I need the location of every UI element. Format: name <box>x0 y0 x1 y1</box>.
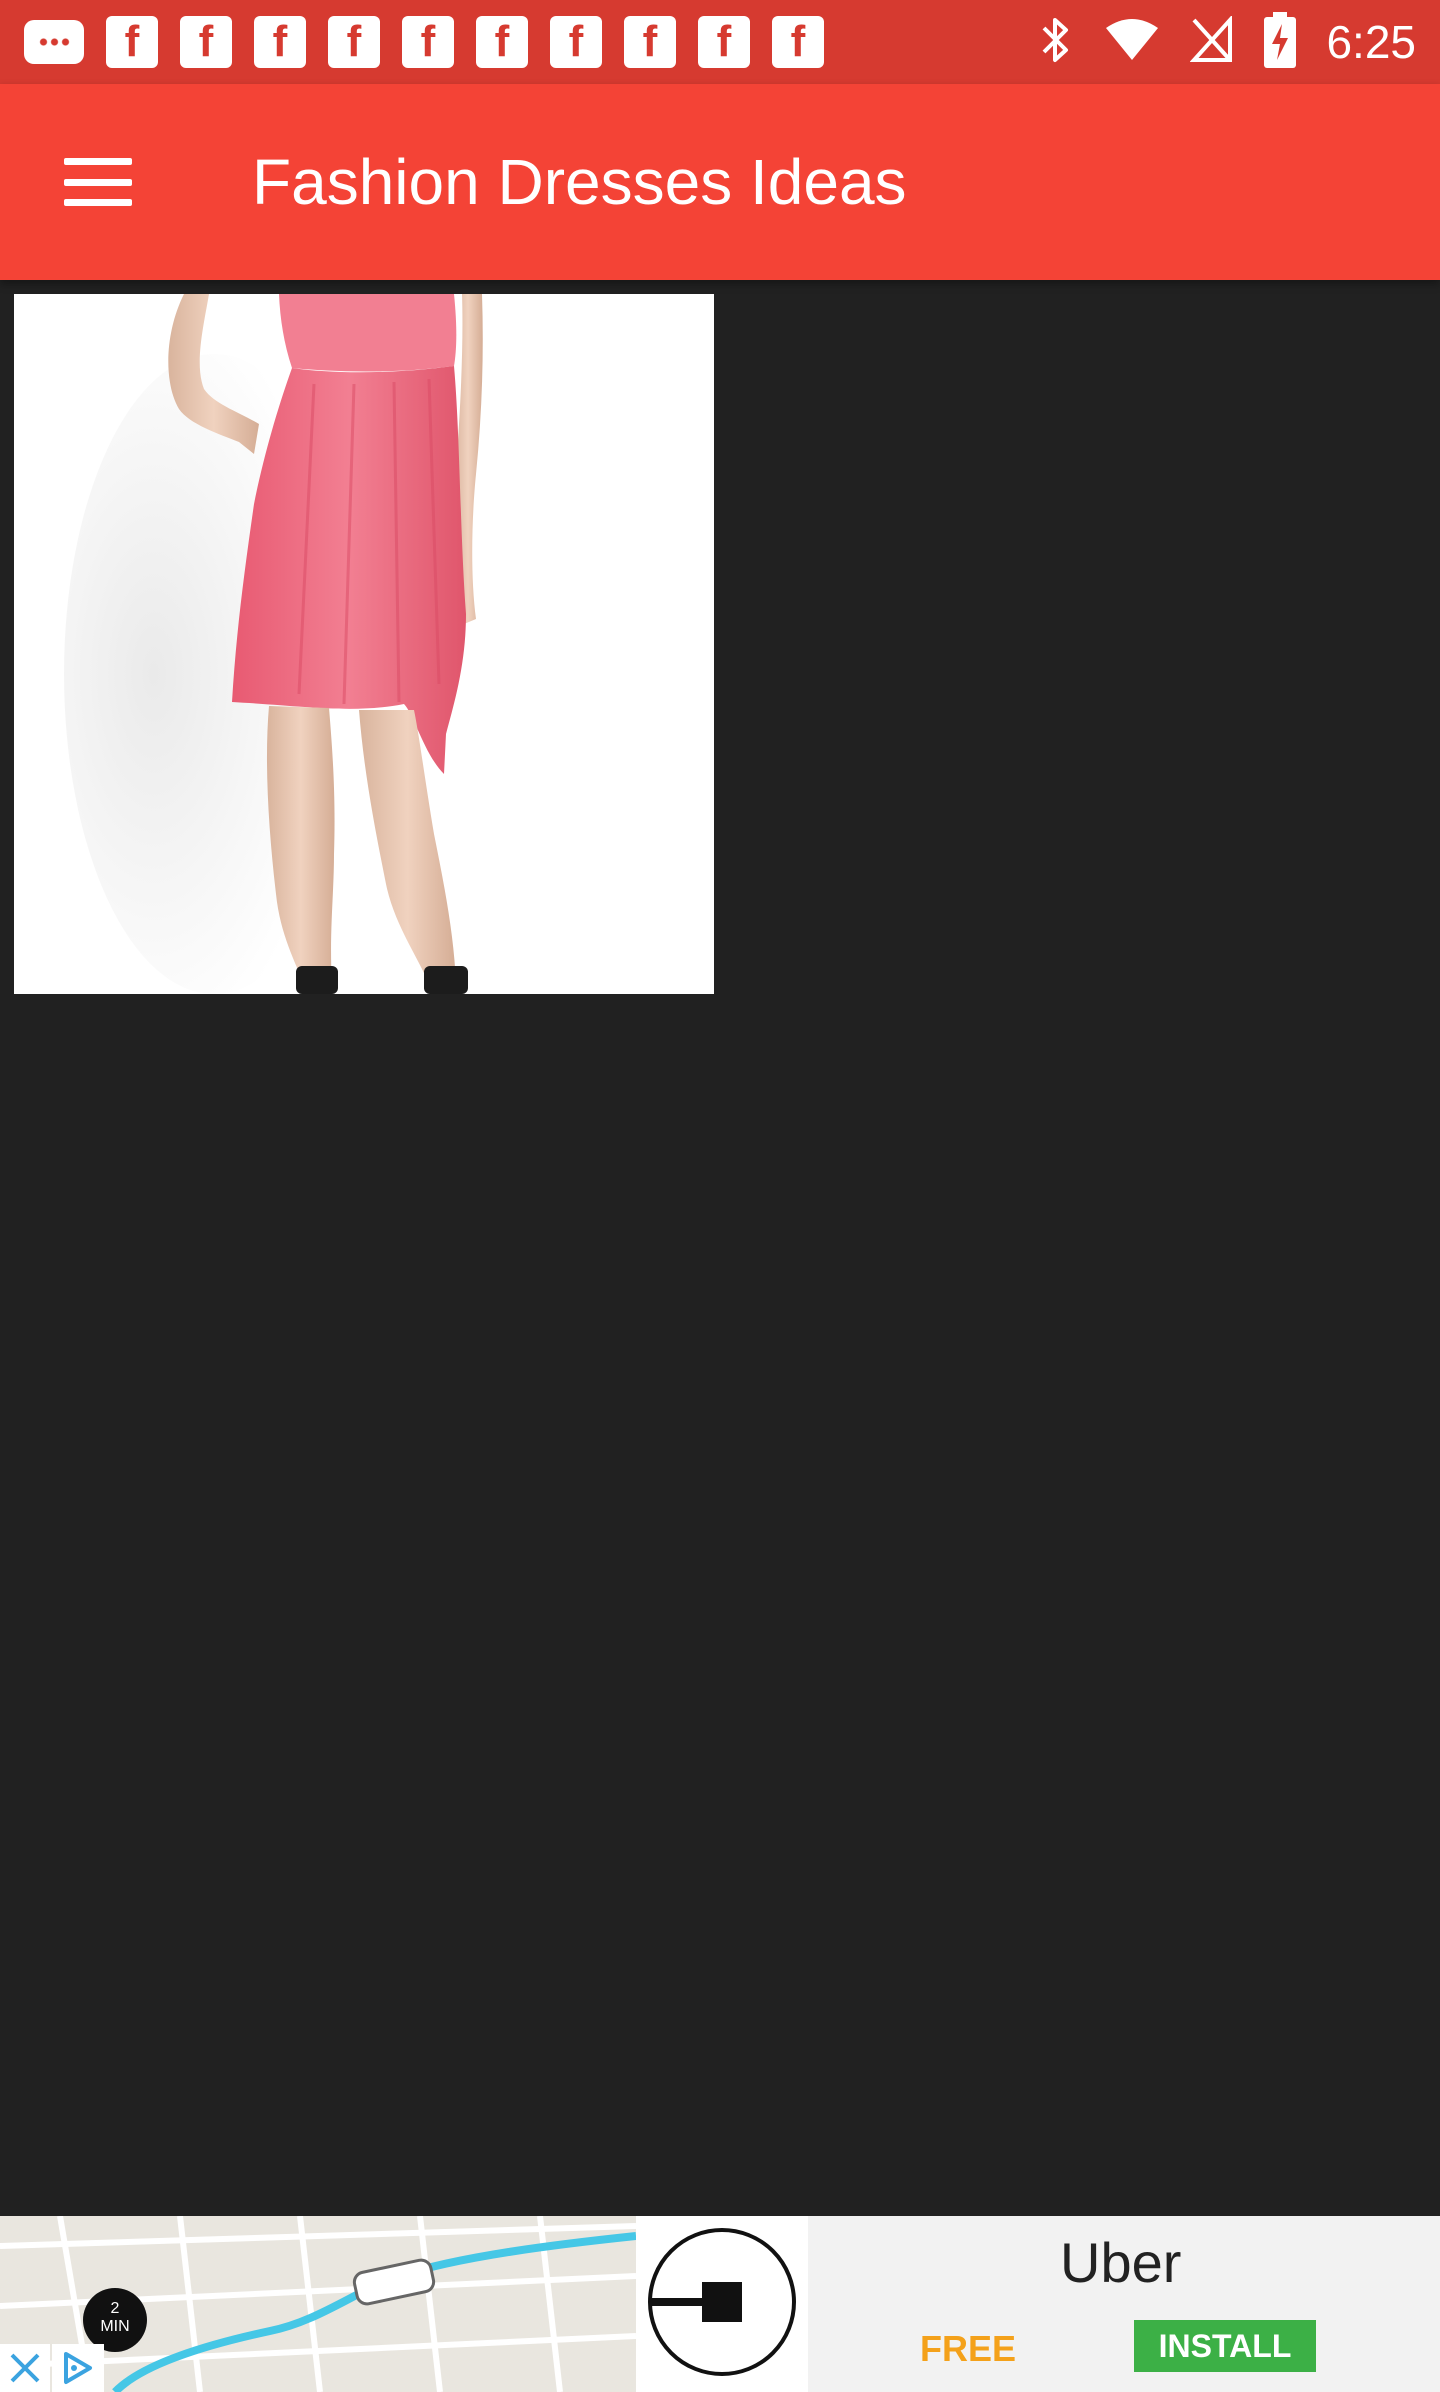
app-screen: f f f f f f f f f f 6:25 Fashion Dresses… <box>0 0 1440 2392</box>
notification-icons: f f f f f f f f f f <box>24 16 824 68</box>
system-icons: 6:25 <box>1038 11 1416 73</box>
ad-brand-name: Uber <box>1060 2231 1182 2294</box>
bluetooth-icon <box>1038 14 1074 71</box>
uber-logo-icon <box>648 2228 796 2376</box>
facebook-icon: f <box>550 16 602 68</box>
uber-logo-panel <box>636 2216 808 2392</box>
facebook-icon: f <box>106 16 158 68</box>
hamburger-menu-icon <box>64 158 132 206</box>
facebook-icon: f <box>180 16 232 68</box>
adchoices-button[interactable] <box>52 2344 104 2392</box>
ad-eta-number: 2 <box>110 2300 120 2317</box>
status-bar: f f f f f f f f f f 6:25 <box>0 0 1440 84</box>
page-title: Fashion Dresses Ideas <box>252 146 907 218</box>
pink-dress-photo <box>14 294 714 994</box>
menu-button[interactable] <box>0 84 196 280</box>
facebook-icon: f <box>254 16 306 68</box>
ad-eta-unit: MIN <box>100 2318 130 2335</box>
wifi-icon <box>1104 18 1160 67</box>
app-bar: Fashion Dresses Ideas <box>0 84 1440 280</box>
facebook-icon: f <box>328 16 380 68</box>
close-icon <box>10 2353 40 2383</box>
no-sim-icon <box>1189 14 1234 69</box>
ad-free-label: FREE <box>920 2328 1017 2369</box>
ad-close-button[interactable] <box>0 2344 50 2392</box>
chat-bubble-icon <box>24 20 84 64</box>
battery-charging-icon <box>1264 11 1297 73</box>
clock: 6:25 <box>1326 16 1416 68</box>
ad-install-button[interactable]: INSTALL <box>1134 2320 1316 2372</box>
facebook-icon: f <box>698 16 750 68</box>
ad-eta: 2 MIN <box>100 2300 130 2336</box>
ad-banner[interactable]: 2 MIN Uber FREE INSTALL <box>0 2216 1440 2392</box>
facebook-icon: f <box>772 16 824 68</box>
adchoices-icon <box>64 2352 92 2384</box>
facebook-icon: f <box>624 16 676 68</box>
gallery-item[interactable] <box>14 294 714 994</box>
facebook-icon: f <box>476 16 528 68</box>
facebook-icon: f <box>402 16 454 68</box>
